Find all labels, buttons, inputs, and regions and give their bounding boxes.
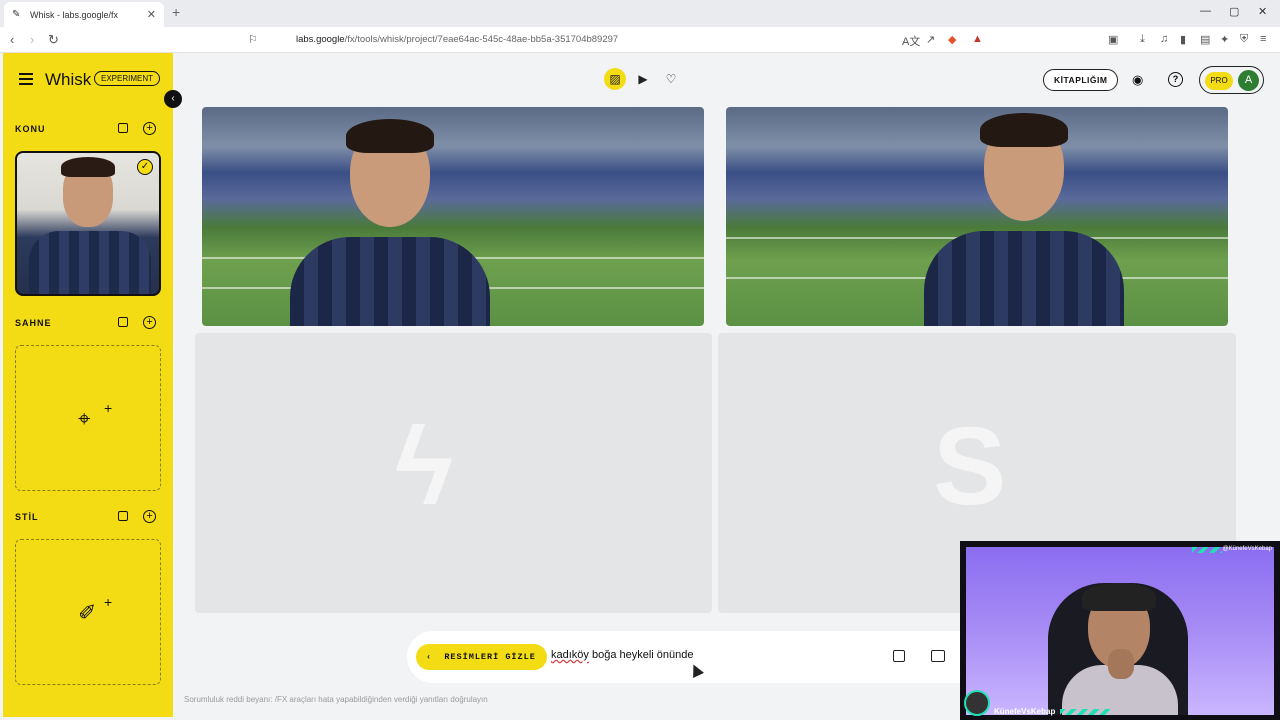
window-close-icon[interactable]: ✕ [1258,5,1267,18]
webcam-overlay: @KünefeVsKebap KünefeVsKebap [960,541,1280,720]
maximize-icon[interactable]: ▢ [1229,5,1239,18]
reload-icon[interactable]: ↻ [48,32,59,48]
browser-tabbar: ✎ Whisk - labs.google/fx ✕ + — ▢ ✕ [0,0,1280,27]
style-dropzone[interactable]: ✐ + [15,539,161,685]
hide-images-button[interactable]: ‹ RESİMLERİ GİZLE [416,644,547,670]
mode-switcher: ▨ ▶ ♡ [604,68,682,90]
plus-icon: + [104,594,113,610]
person-shirt [924,231,1124,326]
add-subject-icon[interactable]: + [143,122,156,135]
vpn-icon[interactable]: ⛨ [1240,33,1248,46]
wallet-icon[interactable]: ▤ [1200,33,1210,46]
dice-icon[interactable] [118,511,128,521]
bookmark-icon[interactable]: ⚐ [248,33,258,46]
plus-icon: + [104,400,113,416]
section-title-subject: KONU [15,124,46,134]
favorites-icon[interactable]: ♡ [660,68,682,90]
hamburger-menu-icon[interactable] [19,73,33,88]
selected-check-icon: ✓ [137,159,153,175]
share-icon[interactable]: ↗ [926,33,935,46]
new-tab-button[interactable]: + [172,4,180,20]
add-style-icon[interactable]: + [143,510,156,523]
loading-logo-icon: S [933,405,1007,528]
translate-icon[interactable]: A文 [902,33,920,49]
dice-icon[interactable] [893,650,905,662]
media-icon[interactable]: ♫ [1160,33,1168,45]
browser-toolbar: ‹ › ↻ ⚐ labs.google/fx/tools/whisk/proje… [0,27,1280,53]
image-mode-icon[interactable]: ▨ [604,68,626,90]
brand-logo: Whisk [45,70,92,89]
person-hair [980,113,1068,147]
library-button[interactable]: KİTAPLIĞIM [1043,69,1119,91]
webcam-handle-top: @KünefeVsKebap [1222,546,1272,552]
person-shirt [290,237,490,326]
person-hair [346,119,434,153]
streamer-headphones [1082,583,1156,611]
add-scene-icon[interactable]: + [143,316,156,329]
whisk-sidebar: Whisk EXPERIMENT KONU + ✓ SAHNE + ⌖ + ST… [3,53,173,717]
prompt-bar: ‹ RESİMLERİ GİZLE kadıköy boğa heykeli ö… [407,631,962,683]
tab-close-icon[interactable]: ✕ [147,8,156,21]
webcam-handle-bottom: KünefeVsKebap [994,707,1056,716]
leo-ai-icon[interactable]: ✦ [1220,33,1229,46]
tab-search-icon[interactable]: ▣ [1108,33,1118,46]
generated-image-2[interactable] [726,107,1228,326]
channel-avatar [964,690,990,716]
browser-tab[interactable]: ✎ Whisk - labs.google/fx ✕ [4,2,164,27]
dice-icon[interactable] [118,123,128,133]
menu-icon[interactable]: ≡ [1260,33,1266,45]
brush-icon: ✐ [78,600,97,625]
streamer-hand [1108,649,1134,679]
avatar[interactable]: A [1238,70,1259,91]
webcam-feed [966,547,1274,715]
address-bar[interactable]: labs.google/fx/tools/whisk/project/7eae6… [270,31,980,49]
subject-hair [61,157,115,177]
image-loading-placeholder: ϟ [195,333,712,613]
brave-shield-icon[interactable]: ◆ [948,33,956,46]
subject-image[interactable]: ✓ [15,151,161,296]
help-icon[interactable]: ? [1168,72,1183,87]
prompt-input[interactable]: kadıköy boğa heykeli önünde [551,649,694,661]
scene-dropzone[interactable]: ⌖ + [15,345,161,491]
prompt-text: boğa heykeli önünde [588,649,694,661]
dice-icon[interactable] [118,317,128,327]
person-figure [290,119,490,326]
prompt-misspelled-word: kadıköy [551,649,589,661]
whisk-favicon-icon: ✎ [12,8,21,20]
pro-badge: PRO [1205,72,1233,90]
collapse-sidebar-button[interactable]: ‹ [164,90,182,108]
hide-images-label: RESİMLERİ GİZLE [444,652,536,662]
account-button[interactable]: PRO A [1199,66,1264,94]
experiment-badge: EXPERIMENT [94,71,161,86]
person-figure [924,113,1124,326]
download-icon[interactable]: ⤓ [1140,33,1145,46]
url-domain: labs.google [296,34,345,45]
disclaimer-text: Sorumluluk reddi beyanı: /FX araçları ha… [184,695,488,704]
webcam-stripe [1060,709,1110,715]
generated-image-1[interactable] [202,107,704,326]
webcam-stripe [1192,547,1222,553]
minimize-icon[interactable]: — [1200,5,1211,17]
sidebar-toggle-icon[interactable]: ▮ [1180,33,1186,46]
section-title-scene: SAHNE [15,318,52,328]
url-path: /fx/tools/whisk/project/7eae64ac-545c-48… [344,34,619,45]
aspect-ratio-icon[interactable] [931,650,945,662]
section-title-style: STİL [15,512,39,522]
back-icon[interactable]: ‹ [10,32,14,47]
subject-shirt [29,231,151,294]
video-mode-icon[interactable]: ▶ [632,68,654,90]
rewards-icon[interactable]: ▲ [972,33,983,45]
loading-logo-icon: ϟ [395,405,454,528]
forward-icon[interactable]: › [30,32,34,47]
discord-icon[interactable]: ◉ [1132,72,1143,88]
tab-title: Whisk - labs.google/fx [30,9,119,20]
location-pin-icon: ⌖ [78,406,91,431]
